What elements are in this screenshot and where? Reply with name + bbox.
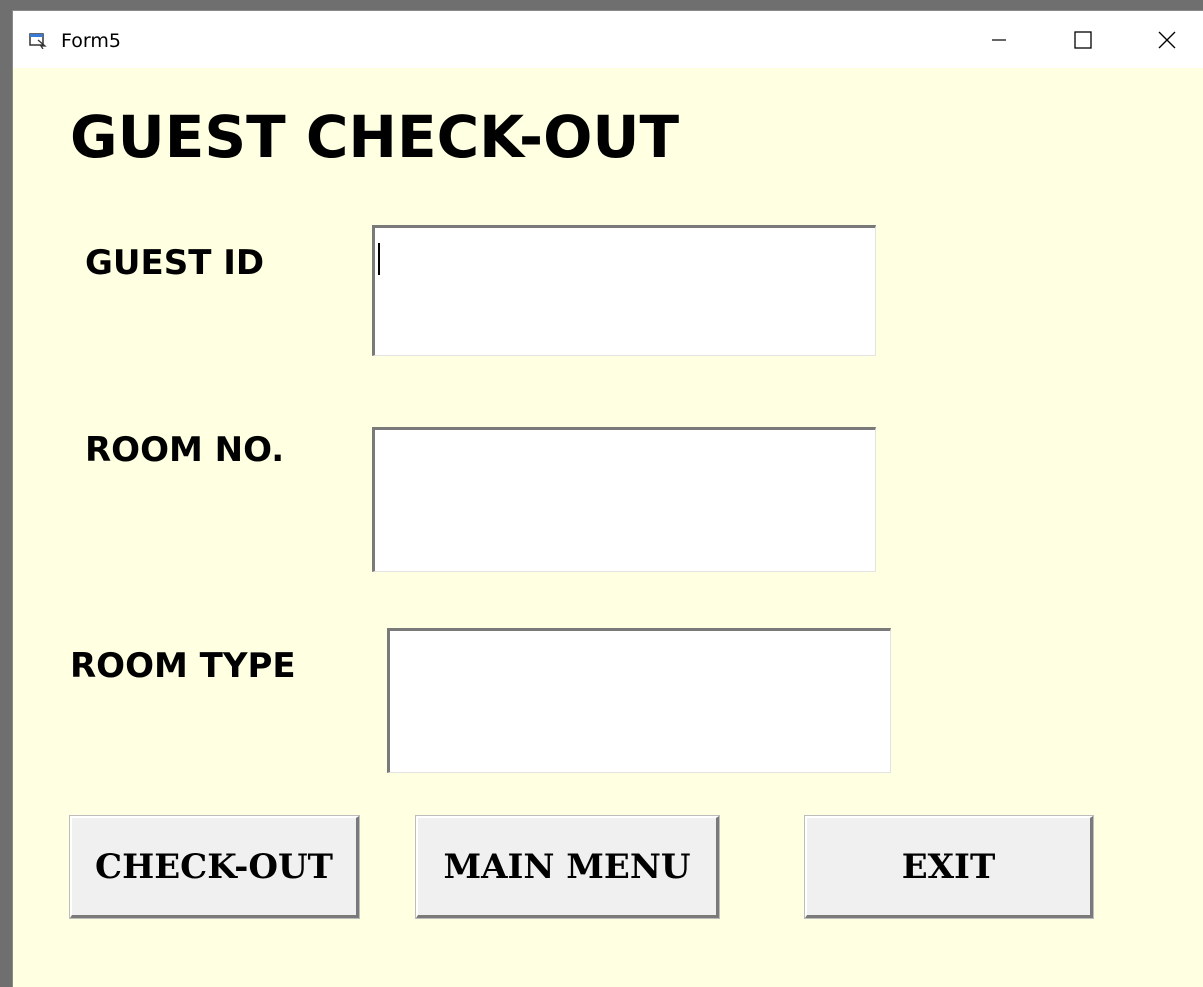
maximize-icon <box>1074 30 1092 49</box>
title-bar[interactable]: Form5 <box>13 11 1203 68</box>
room-no-field[interactable] <box>372 427 876 572</box>
room-type-field[interactable] <box>387 628 891 773</box>
page-title: GUEST CHECK-OUT <box>70 103 680 171</box>
maximize-button[interactable] <box>1041 11 1125 68</box>
window-title: Form5 <box>61 30 121 52</box>
form-app-icon <box>29 31 47 50</box>
exit-button[interactable]: EXIT <box>805 816 1093 918</box>
guest-id-field[interactable] <box>372 225 876 356</box>
close-icon <box>1158 31 1176 49</box>
close-button[interactable] <box>1125 11 1203 68</box>
guest-id-label: GUEST ID <box>85 243 265 283</box>
main-menu-button[interactable]: MAIN MENU <box>416 816 719 918</box>
checkout-button[interactable]: CHECK-OUT <box>70 816 359 918</box>
form5-window: Form5 GUEST CHECK-OUT GUEST ID ROOM NO. … <box>12 10 1203 987</box>
room-no-label: ROOM NO. <box>85 430 285 470</box>
minimize-button[interactable] <box>957 11 1041 68</box>
room-type-label: ROOM TYPE <box>70 646 296 686</box>
minimize-icon <box>991 32 1007 48</box>
text-caret <box>378 243 380 275</box>
